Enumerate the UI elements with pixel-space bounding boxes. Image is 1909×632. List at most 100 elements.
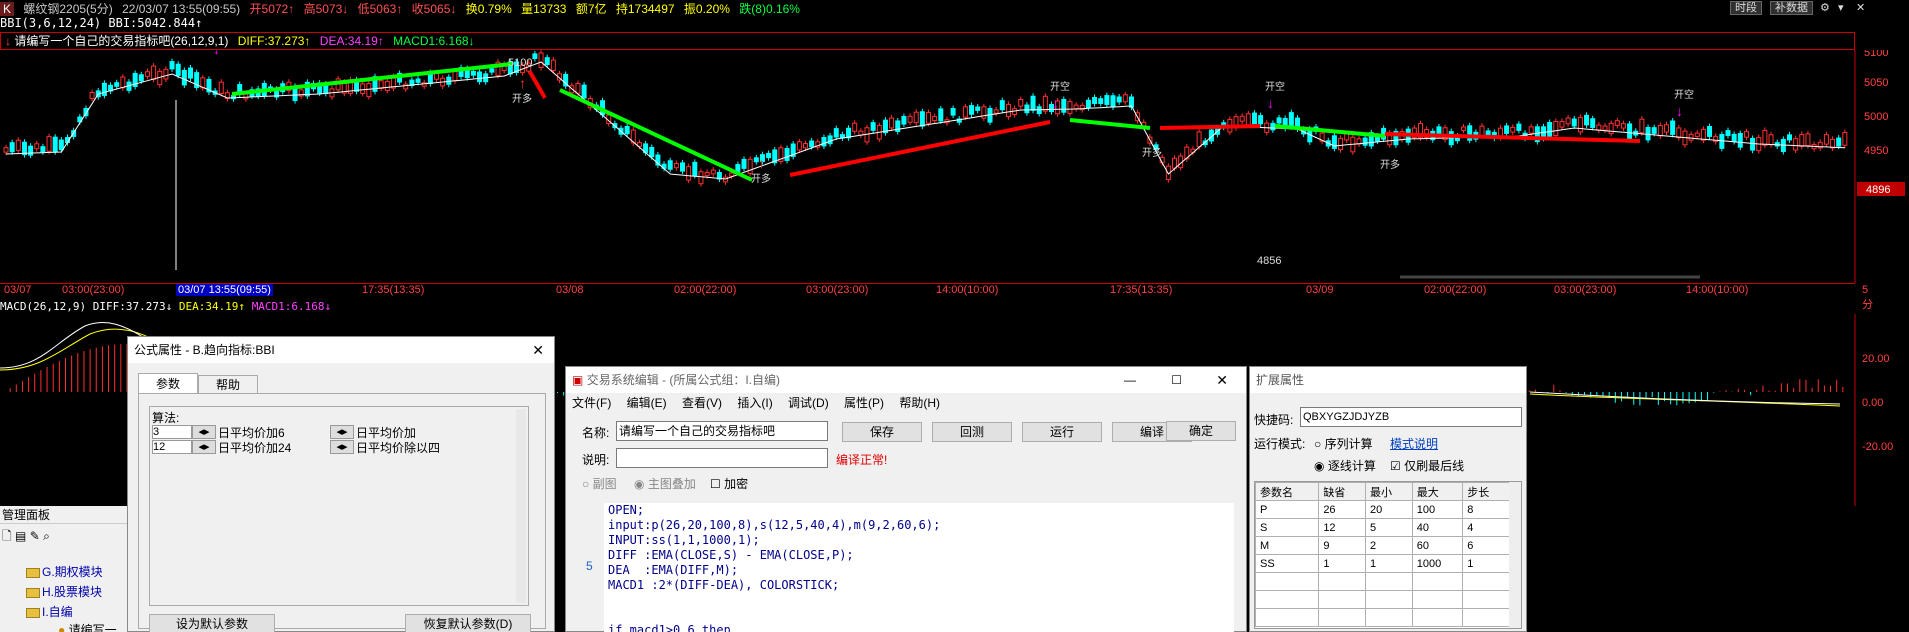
radio-per-bar[interactable]: ◉ 逐线计算 — [1314, 457, 1376, 474]
indicator-dea: DEA:34.19↑ — [319, 34, 384, 48]
table-cell[interactable]: S — [1255, 518, 1320, 537]
tab-help[interactable]: 帮助 — [198, 375, 258, 393]
close-icon[interactable]: ✕ — [1856, 1, 1865, 14]
spin-arrows-icon[interactable]: ◂▸ — [330, 440, 354, 454]
table-cell[interactable]: 9 — [1318, 536, 1367, 555]
table-cell[interactable]: 60 — [1411, 536, 1464, 555]
table-cell[interactable]: 1 — [1462, 554, 1510, 573]
table-cell[interactable]: 5 — [1365, 518, 1413, 537]
indicator-macd1: MACD1:6.168↓ — [393, 34, 475, 48]
minimize-icon[interactable]: — — [1124, 367, 1136, 393]
edit-icon[interactable]: ✎ — [30, 529, 40, 543]
candle-body — [538, 52, 544, 69]
param-input-1[interactable]: 3 — [152, 425, 192, 439]
code-line[interactable]: input:p(26,20,100,8),s(12,5,40,4),m(9,2,… — [608, 518, 1234, 533]
menu-help[interactable]: 帮助(H) — [899, 396, 940, 410]
set-default-button[interactable]: 设为默认参数 — [149, 614, 275, 632]
menu-view[interactable]: 查看(V) — [682, 396, 722, 410]
search-icon[interactable]: ⌕ — [43, 529, 50, 543]
table-cell[interactable]: 1 — [1365, 554, 1413, 573]
run-mode-label: 运行模式: — [1254, 437, 1306, 451]
table-row[interactable]: P 26 20 100 8 — [1255, 500, 1510, 519]
code-line[interactable]: DIFF :EMA(CLOSE,S) - EMA(CLOSE,P); — [608, 548, 1234, 563]
encrypt-checkbox[interactable]: ☐ 加密 — [710, 475, 748, 492]
candle-body — [1608, 122, 1614, 135]
trend-line-red-2 — [789, 120, 1051, 177]
maximize-icon[interactable]: ☐ — [1171, 367, 1182, 393]
table-cell[interactable]: 2 — [1365, 536, 1413, 555]
tab-params[interactable]: 参数 — [138, 373, 198, 393]
tree-item-formula[interactable]: ● 请编写一 — [58, 621, 117, 632]
table-cell[interactable]: 40 — [1411, 518, 1464, 537]
code-editor[interactable]: OPEN; input:p(26,20,100,8),s(12,5,40,4),m… — [604, 503, 1234, 632]
restore-default-button[interactable]: 恢复默认参数(D) — [405, 614, 531, 632]
table-row[interactable]: S 12 5 40 4 — [1255, 518, 1510, 537]
table-cell[interactable]: P — [1255, 500, 1320, 519]
desc-input[interactable] — [616, 448, 828, 468]
code-line[interactable]: DEA :EMA(DIFF,M); — [608, 563, 1234, 578]
table-scrollbar[interactable] — [1509, 482, 1521, 628]
spin-arrows-icon[interactable]: ◂▸ — [192, 425, 216, 439]
name-input[interactable]: 请编写一个自己的交易指标吧 — [616, 421, 828, 441]
table-cell[interactable]: 12 — [1318, 518, 1367, 537]
table-cell[interactable]: 4 — [1462, 518, 1510, 537]
candle-body — [919, 111, 925, 127]
code-line[interactable]: OPEN; — [608, 503, 1234, 518]
radio-sequential[interactable]: ○ 序列计算 — [1314, 435, 1373, 452]
table-cell[interactable]: 100 — [1411, 500, 1464, 519]
menu-file[interactable]: 文件(F) — [572, 396, 611, 410]
code-line[interactable] — [608, 593, 1234, 608]
quick-code-input[interactable]: QBXYGZJDJYZB — [1300, 407, 1522, 427]
radio-main-overlay[interactable]: ◉ 主图叠加 — [634, 475, 696, 492]
candle-body — [1030, 95, 1036, 111]
tree-item-options[interactable]: G.期权模块 — [26, 563, 103, 580]
menu-edit[interactable]: 编辑(E) — [627, 396, 667, 410]
new-file-icon[interactable]: 🗋 — [2, 529, 12, 543]
spin-arrows-icon[interactable]: ◂▸ — [192, 440, 216, 454]
table-cell[interactable]: 6 — [1462, 536, 1510, 555]
table-cell[interactable]: 1000 — [1411, 554, 1464, 573]
buy-arrow-marker: ↑ — [519, 75, 526, 91]
table-cell[interactable]: 8 — [1462, 500, 1510, 519]
menu-debug[interactable]: 调试(D) — [788, 396, 829, 410]
backtest-button[interactable]: 回测 — [932, 422, 1012, 442]
algo-scrollbar[interactable] — [516, 409, 526, 603]
candle-body — [1590, 118, 1596, 128]
code-line[interactable]: if macd1>0.6 then — [608, 623, 1234, 632]
price-tick: 5050 — [1864, 77, 1888, 89]
fill-data-button[interactable]: 补数据 — [1770, 1, 1813, 15]
table-cell[interactable]: 1 — [1318, 554, 1367, 573]
run-button[interactable]: 运行 — [1022, 422, 1102, 442]
code-line[interactable]: MACD1 :2*(DIFF-DEA), COLORSTICK; — [608, 578, 1234, 593]
radio-subchart[interactable]: ○ 副图 — [582, 475, 617, 492]
extended-properties-window: 扩展属性 快捷码: QBXYGZJDJYZB 运行模式: ○ 序列计算 模式说明… — [1249, 366, 1527, 632]
open-file-icon[interactable]: ▤ — [15, 529, 26, 543]
table-row[interactable]: M 9 2 60 6 — [1255, 536, 1510, 555]
tree-item-stocks[interactable]: H.股票模块 — [26, 583, 102, 600]
chevron-down-icon[interactable]: ▾ — [1838, 1, 1844, 14]
close-icon[interactable]: ✕ — [532, 337, 544, 363]
table-cell[interactable]: M — [1255, 536, 1320, 555]
save-button[interactable]: 保存 — [842, 422, 922, 442]
candle-body — [1073, 104, 1079, 110]
spin-arrows-icon[interactable]: ◂▸ — [330, 425, 354, 439]
menu-properties[interactable]: 属性(P) — [844, 396, 884, 410]
code-line[interactable]: INPUT:ss(1,1,1000,1); — [608, 533, 1234, 548]
candle-body — [999, 100, 1005, 111]
param-input-2[interactable]: 12 — [152, 440, 192, 454]
price-chart[interactable]: ↓ ↑ 开多 ↑ 开多 开空 ↓ 开多 开空 ↓ 开多 开空 ↓ 5100 48… — [0, 50, 1909, 283]
tree-item-custom[interactable]: I.自编 — [26, 603, 73, 620]
confirm-button[interactable]: 确定 — [1166, 421, 1236, 441]
mode-help-link[interactable]: 模式说明 — [1390, 435, 1438, 452]
menu-insert[interactable]: 插入(I) — [737, 396, 772, 410]
only-last-checkbox[interactable]: ☑ 仅刷最后线 — [1390, 457, 1464, 474]
code-line[interactable] — [608, 608, 1234, 623]
settings-icon[interactable]: ⚙ — [1820, 1, 1830, 14]
table-cell[interactable]: 20 — [1365, 500, 1413, 519]
table-row[interactable]: SS 1 1 1000 1 — [1255, 554, 1510, 573]
table-cell[interactable]: 26 — [1318, 500, 1367, 519]
time-range-button[interactable]: 时段 — [1730, 1, 1762, 15]
app-icon[interactable]: K — [0, 2, 15, 16]
table-cell[interactable]: SS — [1255, 554, 1320, 573]
close-icon[interactable]: ✕ — [1216, 367, 1228, 393]
